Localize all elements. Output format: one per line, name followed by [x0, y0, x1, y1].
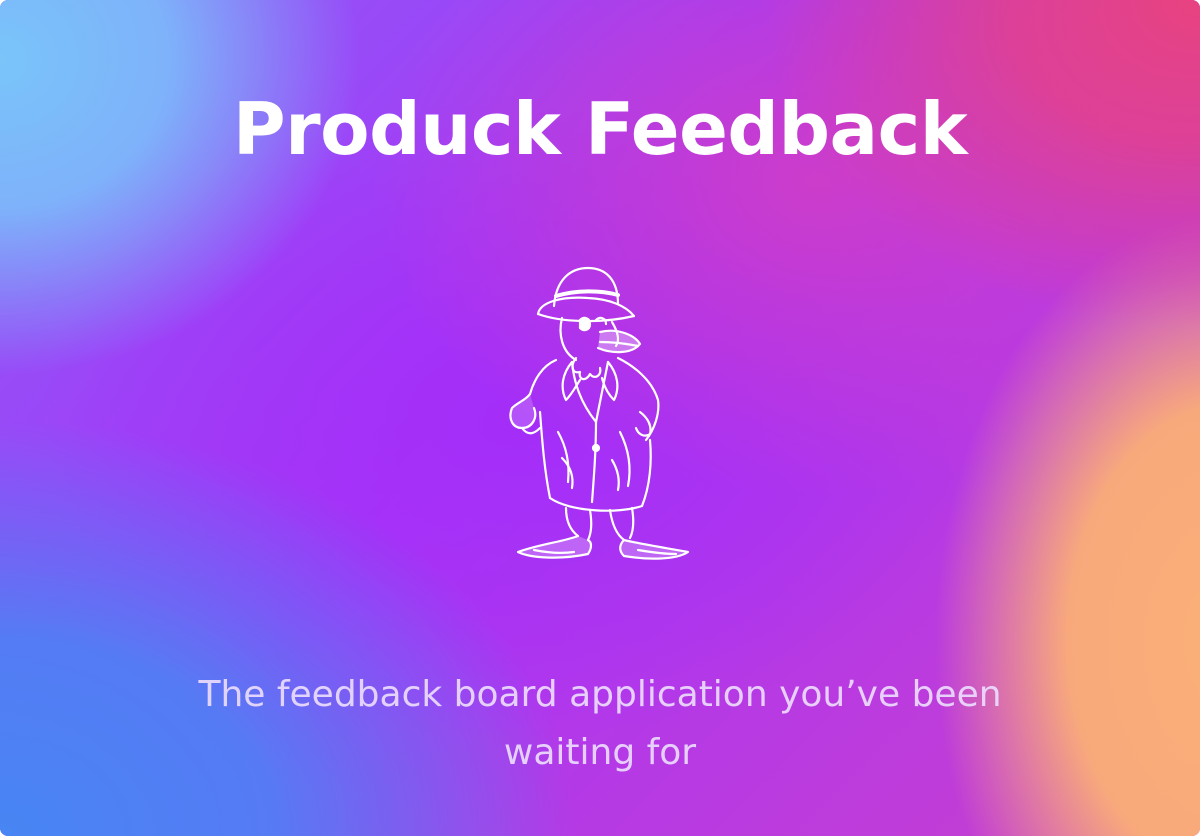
hero-card: Produck Feedback The feedback board appl… [0, 0, 1200, 836]
page-title: Produck Feedback [232, 87, 968, 171]
duck-mascot-icon [500, 262, 700, 567]
tagline: The feedback board application you’ve be… [198, 674, 1002, 773]
